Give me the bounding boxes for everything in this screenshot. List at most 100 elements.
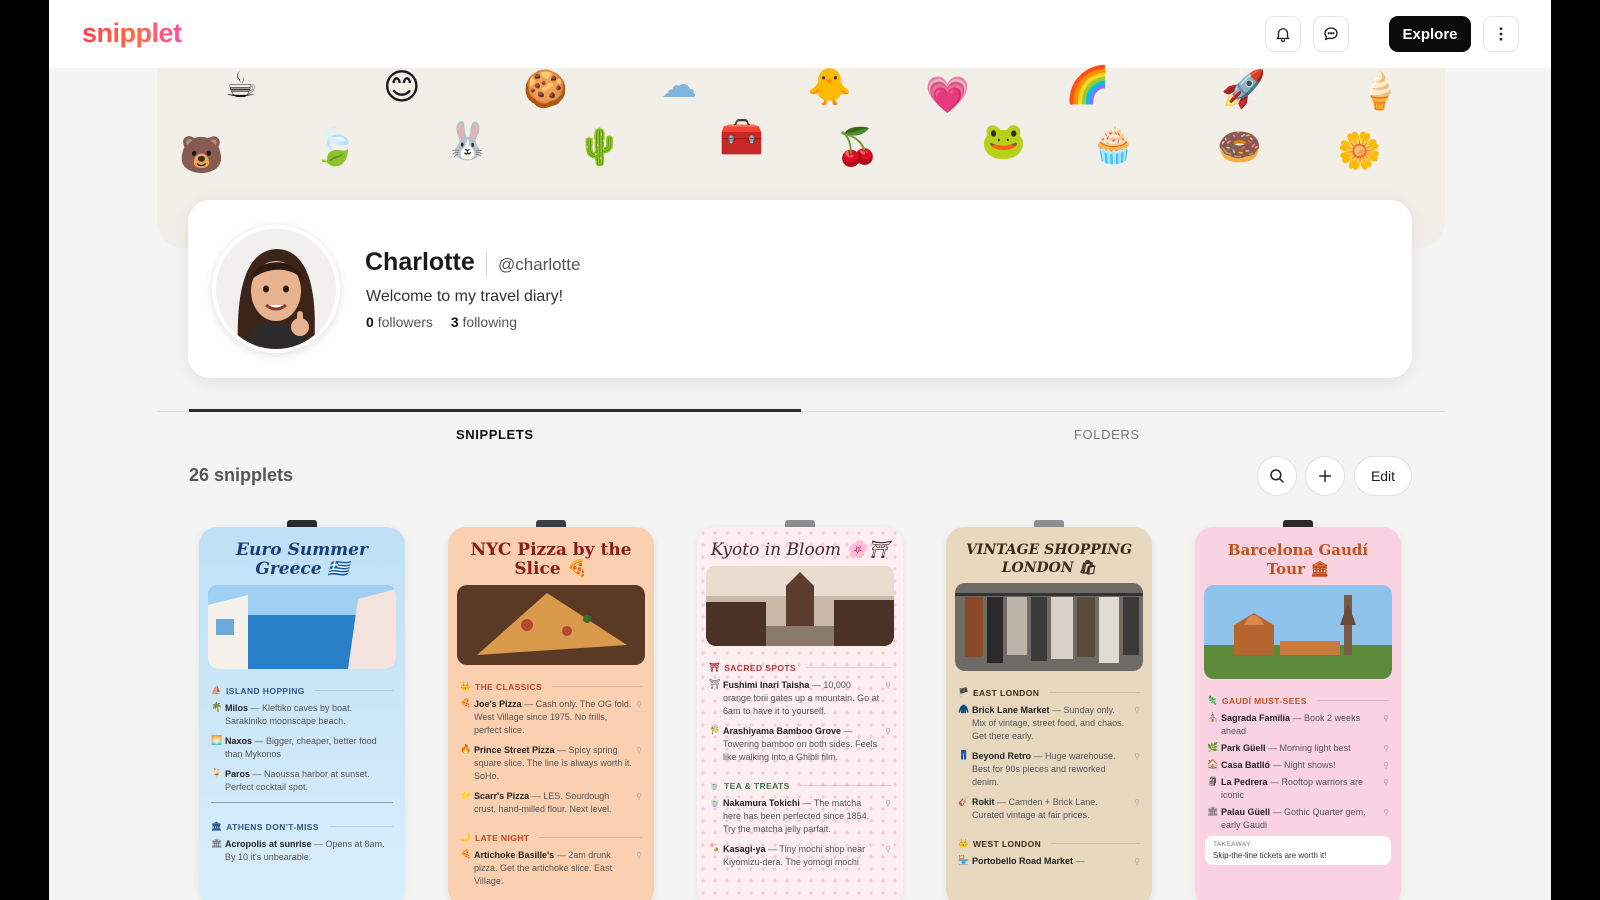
- torii-gate-icon: ⛩: [709, 662, 721, 672]
- list-item: 🍕 Artichoke Basille's — 2am drunk pizza. …: [460, 849, 642, 888]
- location-pin-icon[interactable]: ⚲: [881, 725, 891, 764]
- top-navigation-bar: snipplet Explore: [49, 0, 1551, 68]
- coffee-mug-sticker-icon: ☕: [225, 65, 258, 106]
- card-section-header: ⛩ SACRED SPOTS: [709, 662, 891, 673]
- followers-link[interactable]: 0 followers: [366, 314, 433, 330]
- location-pin-icon[interactable]: ⚲: [1379, 776, 1389, 802]
- more-options-button[interactable]: [1483, 16, 1519, 52]
- takeaway-label: TAKEAWAY: [1213, 841, 1251, 848]
- list-item: 🏪 Portobello Road Market — ⚲: [958, 855, 1140, 868]
- frog-sticker-icon: 🐸: [981, 121, 1026, 162]
- tea-icon: 🍵: [709, 780, 720, 790]
- location-pin-icon[interactable]: ⚲: [1130, 855, 1140, 868]
- list-item: 🏛 Acropolis at sunrise — Opens at 8am. By…: [211, 839, 385, 862]
- list-item: 🌅 Naxos — Bigger, cheaper, better food th…: [211, 736, 377, 759]
- notifications-button[interactable]: [1265, 16, 1301, 52]
- ice-cream-sticker-icon: 🍦: [1357, 71, 1402, 112]
- cocktail-icon: 🍹: [211, 769, 223, 779]
- profile-card: Charlotte @charlotte Welcome to my trave…: [188, 200, 1412, 378]
- rainbow-sticker-icon: 🌈: [1065, 65, 1110, 106]
- fire-icon: 🔥: [460, 745, 472, 755]
- star-icon: ⭐: [460, 791, 472, 801]
- crown-icon: 👑: [958, 838, 969, 848]
- active-tab-indicator: [189, 409, 801, 412]
- card-section-header: 👑 WEST LONDON: [958, 838, 1140, 849]
- card-section-header: ⛵ ISLAND HOPPING: [211, 685, 393, 696]
- location-pin-icon[interactable]: ⚲: [1130, 750, 1140, 789]
- location-pin-icon[interactable]: ⚲: [632, 849, 642, 888]
- sailboat-icon: ⛵: [211, 685, 222, 695]
- edit-button[interactable]: Edit: [1354, 456, 1412, 496]
- card-title: VINTAGE SHOPPING LONDON 🛍: [965, 542, 1133, 576]
- tab-folders[interactable]: FOLDERS: [1074, 427, 1140, 442]
- messages-button[interactable]: [1313, 16, 1349, 52]
- market-stall-icon: 🏪: [958, 856, 970, 866]
- card-title: Barcelona Gaudí Tour 🏛: [1227, 541, 1369, 578]
- section-divider: [211, 802, 393, 803]
- location-pin-icon[interactable]: ⚲: [632, 698, 642, 737]
- cloud-sticker-icon: ☁: [661, 65, 697, 106]
- location-pin-icon[interactable]: ⚲: [881, 843, 891, 869]
- location-pin-icon[interactable]: ⚲: [1379, 742, 1389, 755]
- list-item: 🏠 Casa Batlló — Night shows! ⚲: [1207, 759, 1389, 772]
- sunset-icon: 🌅: [211, 736, 223, 746]
- list-item: 👖 Beyond Retro — Huge warehouse. Best for…: [958, 750, 1140, 789]
- card-photo: [208, 585, 396, 669]
- tab-snipplets[interactable]: SNIPPLETS: [456, 427, 534, 442]
- following-count: 3: [450, 314, 459, 330]
- cookie-sticker-icon: 🍪: [523, 69, 568, 110]
- card-photo: [955, 583, 1143, 671]
- list-item: ⛪ Sagrada Familia — Book 2 weeks ahead ⚲: [1207, 712, 1389, 738]
- snipplet-logo[interactable]: snipplet: [82, 18, 182, 49]
- torii-gate-icon: ⛩: [709, 680, 721, 690]
- list-item: 🎸 Rokit — Camden + Brick Lane. Curated vi…: [958, 796, 1140, 822]
- list-item: 🍹 Paros — Naoussa harbor at sunset. Perfe…: [211, 769, 370, 792]
- palm-icon: 🌴: [211, 703, 223, 713]
- card-title: NYC Pizza by the Slice 🍕: [470, 540, 632, 579]
- flag-icon: 🏴: [958, 687, 969, 697]
- card-section-header: 🌙 LATE NIGHT: [460, 832, 642, 843]
- followers-label: followers: [377, 314, 433, 330]
- snipplet-card-greece[interactable]: Euro Summer Greece 🇬🇷 ⛵ ISLAND HOPPING 🌴 M…: [199, 527, 405, 900]
- location-pin-icon[interactable]: ⚲: [881, 679, 891, 718]
- location-pin-icon[interactable]: ⚲: [1130, 796, 1140, 822]
- app-window: snipplet Explore ☕ 🐻 😊 🍃 🍪 🐰 ☁ 🌵 🧰 🐥 🍒 💗…: [49, 0, 1551, 900]
- donut-sticker-icon: 🍩: [1217, 127, 1262, 168]
- explore-button[interactable]: Explore: [1389, 16, 1471, 52]
- crown-icon: 👑: [460, 681, 471, 691]
- moon-icon: 🌙: [460, 832, 471, 842]
- card-photo: [706, 566, 894, 646]
- list-item: 🎋 Arashiyama Bamboo Grove — Towering bamb…: [709, 725, 891, 764]
- temple-icon: 🏛: [211, 821, 223, 831]
- snipplet-card-nyc-pizza[interactable]: NYC Pizza by the Slice 🍕 👑 THE CLASSICS 🍕…: [448, 527, 654, 900]
- snipplet-count: 26 snipplets: [189, 465, 294, 485]
- search-icon: [1270, 469, 1284, 483]
- list-item: 🍵 Nakamura Tokichi — The matcha here has …: [709, 797, 891, 836]
- location-pin-icon[interactable]: ⚲: [1379, 759, 1389, 772]
- card-section-header: 🍵 TEA & TREATS: [709, 780, 891, 791]
- followers-count: 0: [366, 314, 374, 330]
- coat-icon: 🧥: [958, 705, 970, 715]
- card-photo: [457, 585, 645, 665]
- add-snipplet-button[interactable]: [1305, 456, 1345, 496]
- bamboo-icon: 🎋: [709, 726, 721, 736]
- search-button[interactable]: [1257, 456, 1297, 496]
- snipplet-card-barcelona[interactable]: Barcelona Gaudí Tour 🏛 🦎 GAUDÍ MUST-SEES …: [1195, 527, 1401, 900]
- location-pin-icon[interactable]: ⚲: [632, 744, 642, 783]
- list-item: ⭐ Scarr's Pizza — LES. Sourdough crust, h…: [460, 790, 642, 816]
- location-pin-icon[interactable]: ⚲: [1379, 712, 1389, 738]
- snipplet-card-kyoto[interactable]: Kyoto in Bloom 🌸⛩ ⛩ SACRED SPOTS ⛩ Fushimi…: [697, 527, 903, 900]
- name-divider: [486, 252, 487, 276]
- following-link[interactable]: 3 following: [451, 314, 517, 330]
- location-pin-icon[interactable]: ⚲: [632, 790, 642, 816]
- bunny-sticker-icon: 🐰: [445, 121, 490, 162]
- location-pin-icon[interactable]: ⚲: [1130, 704, 1140, 743]
- avatar[interactable]: [212, 225, 340, 353]
- location-pin-icon[interactable]: ⚲: [881, 797, 891, 836]
- snipplet-card-vintage-london[interactable]: VINTAGE SHOPPING LONDON 🛍 🏴 EAST LONDON 🧥…: [946, 527, 1152, 900]
- dango-icon: 🍡: [709, 844, 721, 854]
- list-item: 🌴 Milos — Kleftiko caves by boat. Sarakin…: [211, 703, 353, 726]
- profile-name: Charlotte: [365, 248, 475, 276]
- location-pin-icon[interactable]: ⚲: [1379, 806, 1389, 832]
- following-label: following: [462, 314, 517, 330]
